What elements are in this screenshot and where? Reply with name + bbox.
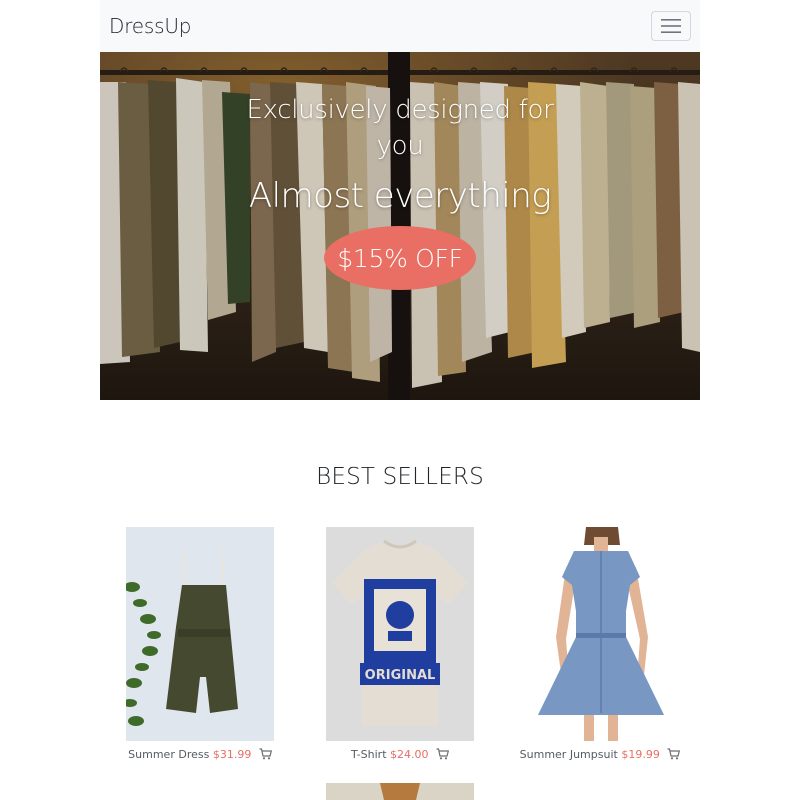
svg-text:ORIGINAL: ORIGINAL	[365, 668, 436, 683]
product-caption: T-Shirt $24.00	[300, 748, 500, 761]
product-price: $31.99	[212, 748, 252, 761]
hero-tagline: Exclusively designed for you	[100, 92, 700, 164]
product-image-summer-jumpsuit[interactable]	[526, 527, 674, 741]
product-name[interactable]: T-Shirt	[351, 748, 387, 761]
product-card: Summer Jumpsuit $19.99	[500, 527, 700, 777]
best-sellers-title: BEST SELLERS	[316, 464, 484, 490]
product-price: $24.00	[390, 748, 429, 761]
product-price: $19.99	[621, 748, 660, 761]
menu-toggle-button[interactable]	[651, 11, 691, 41]
product-caption: Summer Dress $31.99	[100, 748, 300, 761]
page-container: DressUp Exclusively designed for you Alm…	[100, 0, 700, 800]
hamburger-menu-icon	[661, 19, 681, 33]
original-tshirt-photo: ORIGINAL	[326, 527, 474, 741]
cart-icon[interactable]	[436, 748, 450, 760]
product-image-partial[interactable]	[326, 783, 474, 800]
discount-button[interactable]: $15% OFF	[324, 226, 476, 290]
product-image-t-shirt[interactable]: ORIGINAL	[326, 527, 474, 741]
hero-tagline-line2: you	[376, 131, 424, 161]
denim-dress-photo	[526, 527, 674, 741]
product-image-summer-dress[interactable]	[126, 527, 274, 741]
hero-banner: Exclusively designed for you Almost ever…	[100, 52, 700, 400]
product-name[interactable]: Summer Jumpsuit	[520, 748, 618, 761]
brand-logo[interactable]: DressUp	[109, 14, 191, 38]
product-caption: Summer Jumpsuit $19.99	[500, 748, 700, 761]
navbar: DressUp	[100, 0, 700, 52]
product-photo-partial	[326, 783, 474, 800]
cart-icon[interactable]	[667, 748, 681, 760]
hero-tagline-line1: Exclusively designed for	[246, 95, 554, 125]
olive-romper-photo	[126, 527, 274, 741]
page: DressUp Exclusively designed for you Alm…	[0, 0, 800, 800]
product-name[interactable]: Summer Dress	[128, 748, 209, 761]
product-card: Summer Dress $31.99	[100, 527, 300, 777]
hero-headline: Almost everything	[248, 176, 552, 216]
cart-icon[interactable]	[259, 748, 272, 760]
product-card: ORIGINAL T-Shirt $24.00	[300, 527, 500, 777]
